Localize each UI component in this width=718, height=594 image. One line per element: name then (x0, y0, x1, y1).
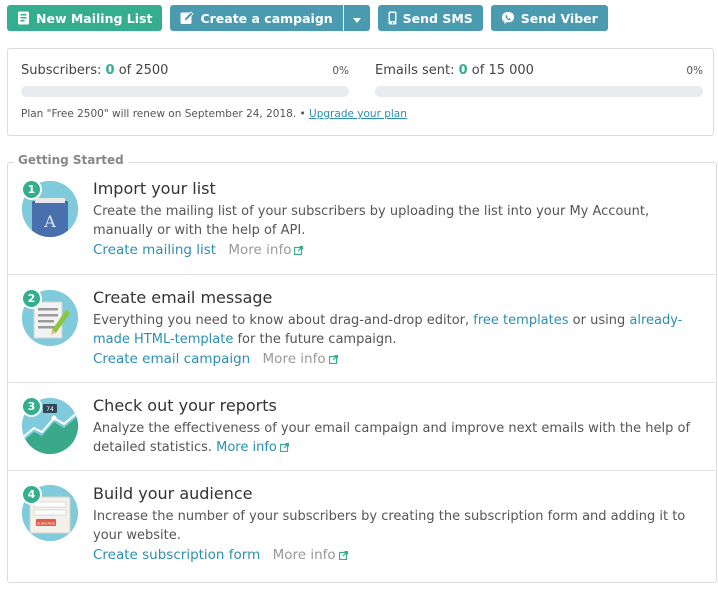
getting-started-panel: A 1 Import your list Create the mailing … (7, 162, 717, 583)
stats-panel: Subscribers: 0 of 2500 0% Emails sent: 0… (7, 48, 714, 136)
emails-count: 0 (458, 63, 468, 78)
step-import-list: A 1 Import your list Create the mailing … (8, 163, 716, 274)
step-description: Analyze the effectiveness of your email … (93, 419, 705, 458)
external-link-icon (294, 243, 304, 259)
create-email-campaign-link[interactable]: Create email campaign (93, 351, 250, 367)
create-mailing-list-link[interactable]: Create mailing list (93, 242, 216, 258)
more-info-link[interactable]: More info (216, 440, 289, 455)
step-number-badge: 4 (21, 484, 42, 505)
step-description: Everything you need to know about drag-a… (93, 311, 705, 349)
create-campaign-button[interactable]: Create a campaign (170, 5, 343, 31)
more-info-link[interactable]: More info (273, 547, 348, 563)
svg-text:A: A (43, 212, 56, 231)
more-info-label: More info (228, 242, 292, 258)
list-icon (17, 11, 30, 25)
send-sms-label: Send SMS (402, 10, 473, 26)
emails-limit: of 15 000 (471, 63, 534, 78)
more-info-link[interactable]: More info (228, 242, 304, 259)
step-title: Check out your reports (93, 396, 277, 415)
step-number-badge: 3 (21, 396, 42, 417)
subscribers-count: 0 (105, 63, 115, 78)
desc-text-3: for the future campaign. (237, 332, 397, 347)
send-viber-label: Send Viber (520, 10, 598, 26)
subscribe-button-label: Subscribe (37, 522, 55, 526)
new-mailing-list-label: New Mailing List (36, 10, 153, 26)
edit-icon (180, 11, 195, 25)
desc-text-2: or using (572, 313, 626, 328)
getting-started-title: Getting Started (14, 153, 128, 167)
subscribers-limit: of 2500 (118, 63, 169, 78)
step-title: Create email message (93, 288, 273, 307)
subscribers-percent: 0% (332, 65, 349, 77)
external-link-icon (328, 352, 338, 368)
step-create-email: 2 Create email message Everything you ne… (8, 274, 716, 382)
step-description: Create the mailing list of your subscrib… (93, 204, 650, 238)
emails-stat: Emails sent: 0 of 15 000 0% (375, 63, 703, 97)
step-title: Import your list (93, 179, 216, 198)
toolbar: New Mailing List Create a campaign Send … (7, 5, 608, 31)
external-link-icon (279, 439, 289, 458)
create-subscription-form-link[interactable]: Create subscription form (93, 547, 260, 563)
subscribers-stat: Subscribers: 0 of 2500 0% (21, 63, 349, 97)
step-build-audience: Subscribe 4 Build your audience Increase… (8, 470, 716, 584)
send-sms-button[interactable]: Send SMS (377, 5, 483, 31)
emails-label: Emails sent: (375, 63, 455, 78)
phone-icon (388, 11, 397, 25)
subscribers-text: Subscribers: 0 of 2500 (21, 63, 168, 78)
step-links: Create mailing list More info (93, 242, 304, 259)
desc-text: Analyze the effectiveness of your email … (93, 421, 691, 455)
create-campaign-dropdown[interactable] (343, 5, 370, 31)
emails-text: Emails sent: 0 of 15 000 (375, 63, 534, 78)
step-reports: 74 3 Check out your reports Analyze the … (8, 382, 716, 470)
more-info-label: More info (216, 440, 277, 455)
plan-info: Plan "Free 2500" will renew on September… (21, 108, 407, 120)
subscribers-label: Subscribers: (21, 63, 102, 78)
send-viber-button[interactable]: Send Viber (490, 5, 608, 31)
viber-icon (501, 11, 515, 25)
subscribers-progress-bar (21, 86, 349, 97)
desc-text-1: Everything you need to know about drag-a… (93, 313, 470, 328)
plan-text: Plan "Free 2500" will renew on September… (21, 108, 306, 120)
step-number-badge: 1 (21, 179, 42, 200)
chart-value-label: 74 (46, 406, 54, 413)
step-title: Build your audience (93, 484, 253, 503)
new-mailing-list-button[interactable]: New Mailing List (7, 5, 163, 31)
step-number-badge: 2 (21, 288, 42, 309)
more-info-link[interactable]: More info (263, 351, 338, 367)
more-info-label: More info (272, 547, 336, 563)
emails-progress-bar (375, 86, 703, 97)
upgrade-plan-link[interactable]: Upgrade your plan (309, 108, 407, 120)
chevron-down-icon (352, 11, 361, 26)
external-link-icon (338, 548, 348, 564)
free-templates-link[interactable]: free templates (473, 313, 568, 328)
step-links: Create email campaign More info (93, 351, 338, 368)
create-campaign-label: Create a campaign (200, 10, 333, 26)
step-links: Create subscription form More info (93, 547, 348, 564)
emails-percent: 0% (686, 65, 703, 77)
more-info-label: More info (262, 351, 326, 367)
step-description: Increase the number of your subscribers … (93, 509, 686, 543)
create-campaign-split: Create a campaign (170, 5, 370, 31)
